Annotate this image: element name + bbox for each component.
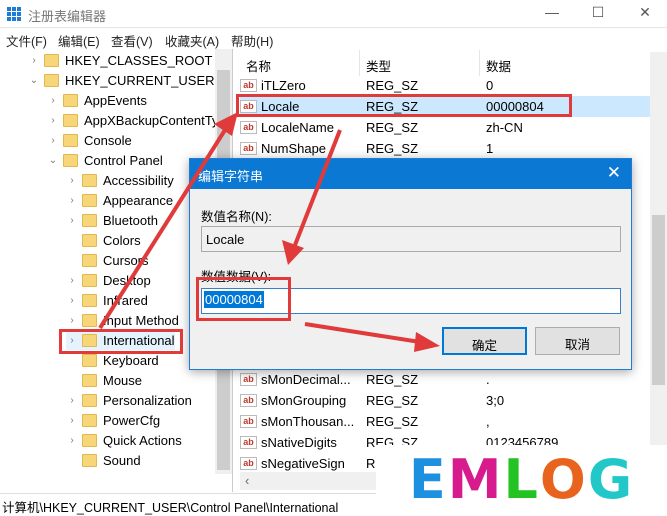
logo-letter: M xyxy=(447,447,504,511)
arrow-to-value xyxy=(293,129,342,246)
arrow-to-ok xyxy=(304,322,421,344)
logo-letter: G xyxy=(587,447,635,511)
annotation-arrows xyxy=(98,112,440,352)
emlog-logo: EMLOG xyxy=(376,445,667,513)
arrow-to-locale xyxy=(98,128,227,330)
logo-letter: O xyxy=(539,447,588,511)
logo-letter: L xyxy=(503,447,540,511)
logo-letter: E xyxy=(408,447,448,511)
